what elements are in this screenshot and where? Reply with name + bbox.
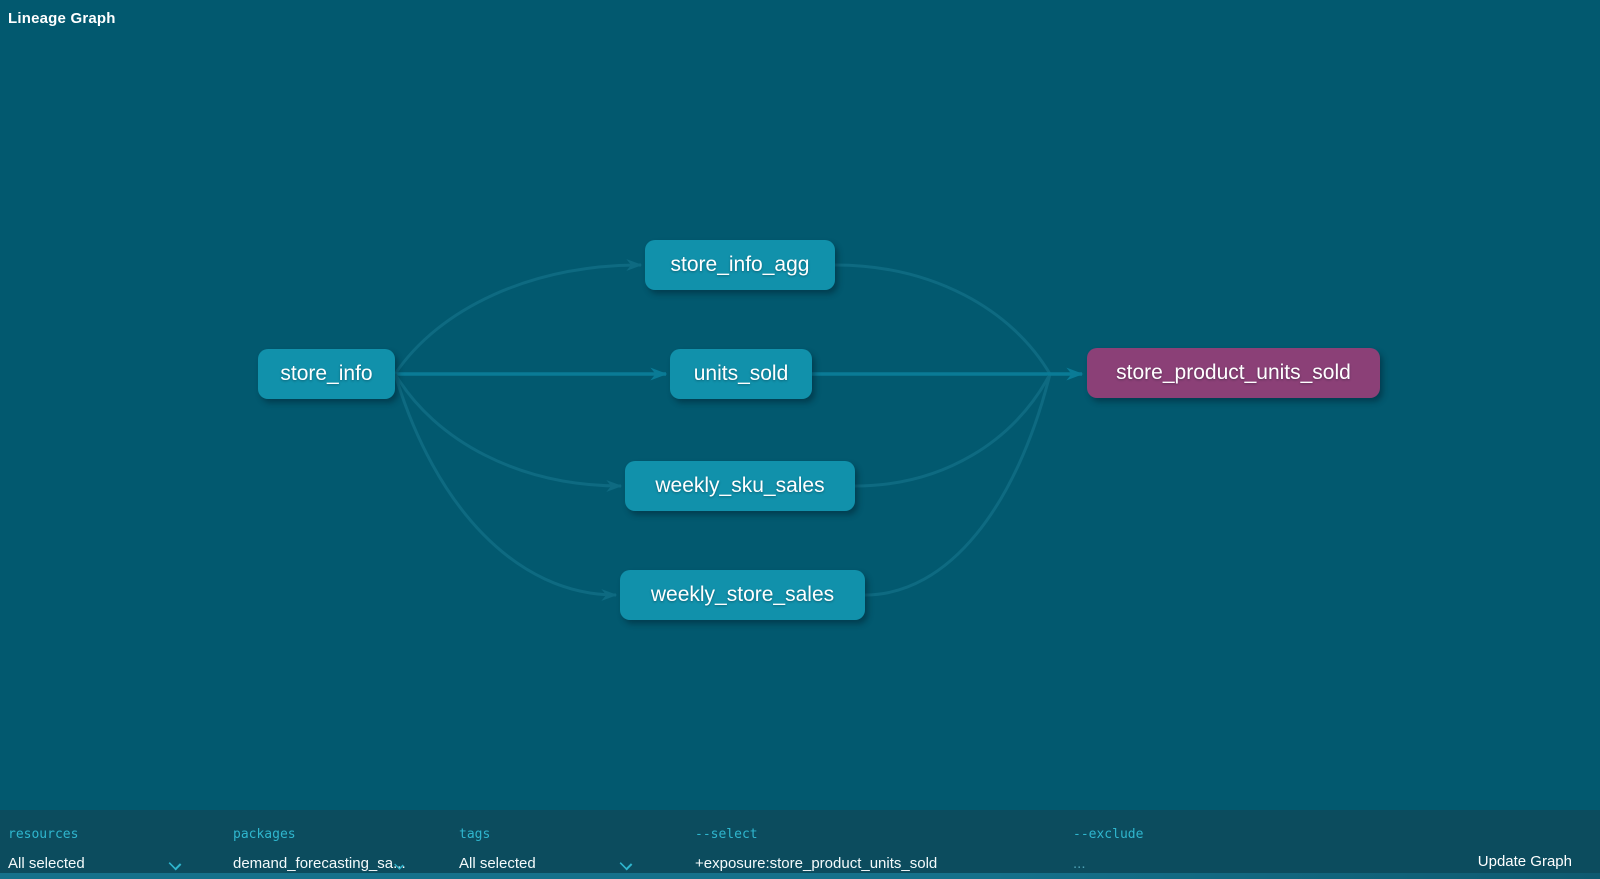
- lineage-graph-canvas[interactable]: store_info store_info_agg units_soldweekly…: [0, 0, 1600, 879]
- edge-store_info-store_info_agg: [395, 265, 641, 374]
- node-weekly_store_sales[interactable]: weekly_store_sales: [620, 570, 865, 620]
- resources-label: resources: [8, 827, 78, 842]
- toolbar-bottom-strip: [0, 873, 1600, 879]
- select-label: --select: [695, 827, 758, 842]
- edge-weekly_sku_sales-store_product: [855, 374, 1050, 486]
- edges-layer: [0, 0, 1600, 879]
- node-store_product_units_sold[interactable]: store_product_units_sold: [1087, 348, 1380, 398]
- chevron-down-icon[interactable]: [395, 861, 403, 869]
- chevron-down-icon[interactable]: [170, 859, 180, 869]
- filter-select: --select +exposure:store_product_units_s…: [695, 810, 1025, 879]
- lineage-graph-app: store_info store_info_agg units_soldweekly…: [0, 0, 1600, 879]
- update-graph-button[interactable]: Update Graph: [1478, 853, 1572, 870]
- filter-exclude: --exclude ...: [1073, 810, 1273, 879]
- tags-dropdown[interactable]: All selected: [459, 855, 536, 872]
- packages-dropdown[interactable]: demand_forecasting_sa...: [233, 855, 406, 872]
- edge-store_info_agg-store_product: [835, 265, 1050, 374]
- edge-store_info-weekly_sku_sales: [395, 374, 621, 486]
- resources-dropdown[interactable]: All selected: [8, 855, 85, 872]
- chevron-down-icon[interactable]: [621, 859, 631, 869]
- filter-packages: packages demand_forecasting_sa...: [233, 810, 423, 879]
- node-weekly_sku_sales[interactable]: weekly_sku_sales: [625, 461, 855, 511]
- filter-resources: resources All selected: [8, 810, 198, 879]
- node-store_info[interactable]: store_info: [258, 349, 395, 399]
- graph-filter-toolbar: resources All selected packages demand_f…: [0, 810, 1600, 879]
- packages-label: packages: [233, 827, 296, 842]
- exclude-label: --exclude: [1073, 827, 1143, 842]
- node-units_sold[interactable]: units_sold: [670, 349, 812, 399]
- page-title: Lineage Graph: [8, 10, 116, 27]
- exclude-input[interactable]: ...: [1073, 855, 1086, 872]
- node-store_info_agg[interactable]: store_info_agg: [645, 240, 835, 290]
- filter-tags: tags All selected: [459, 810, 649, 879]
- select-input[interactable]: +exposure:store_product_units_sold: [695, 855, 937, 872]
- tags-label: tags: [459, 827, 490, 842]
